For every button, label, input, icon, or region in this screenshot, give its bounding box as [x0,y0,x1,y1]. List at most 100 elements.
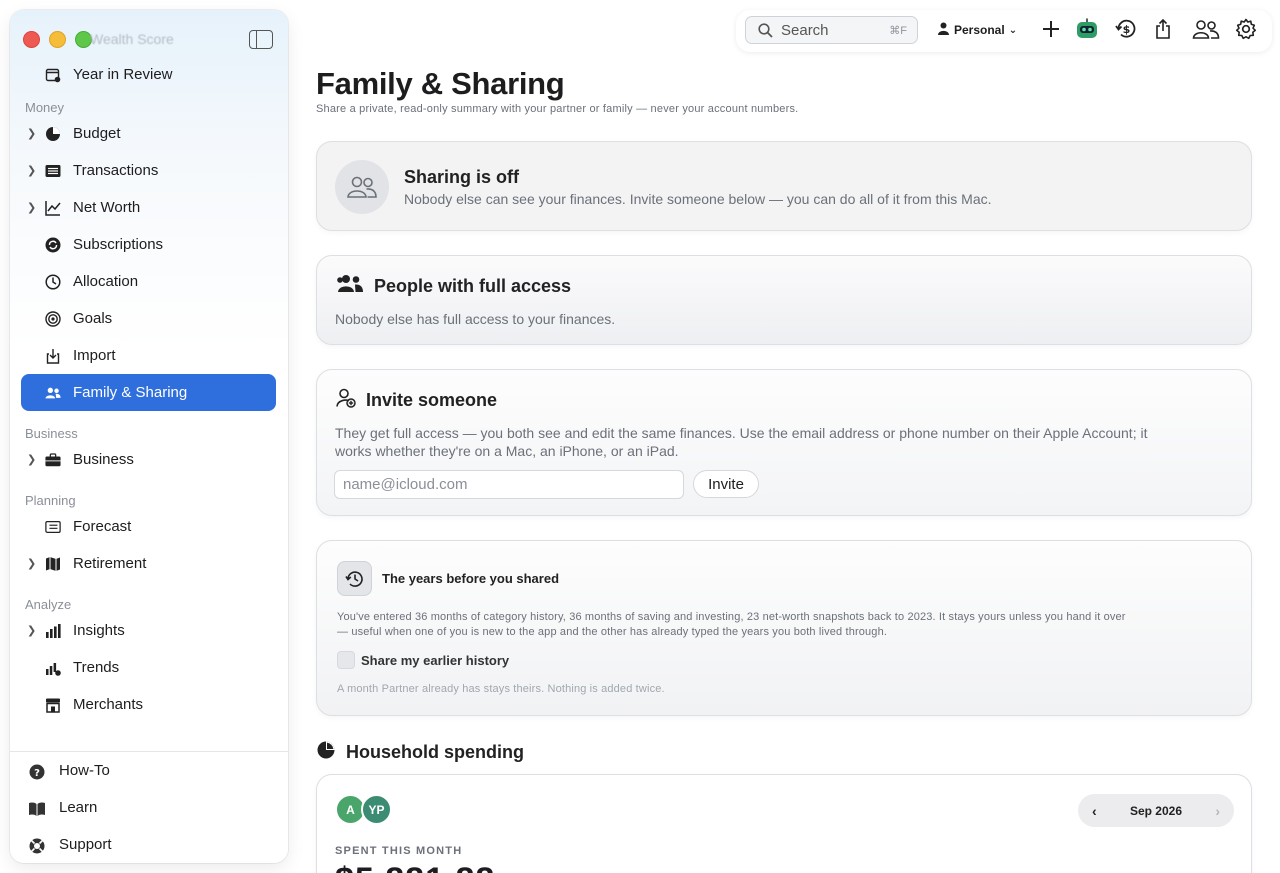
checkbox-box[interactable] [337,651,355,669]
share-history-checkbox[interactable]: Share my earlier history [337,651,509,669]
sidebar-item-net-worth[interactable]: ❯ Net Worth [21,189,276,226]
invite-text-line-2: works whether they're on a Mac, an iPhon… [335,443,679,459]
invite-button[interactable]: Invite [693,470,759,498]
chevron-right-icon[interactable]: ❯ [27,624,36,637]
footer-item-label: Support [59,836,112,853]
chevron-right-icon[interactable]: ❯ [27,127,36,140]
list-icon [45,163,61,179]
sharing-status-text: Nobody else can see your finances. Invit… [404,191,992,207]
page-subtitle: Share a private, read-only summary with … [316,103,799,115]
window-controls [23,31,92,48]
sidebar-item-subscriptions[interactable]: Subscriptions [21,226,276,263]
section-label-planning: Planning [25,493,76,508]
close-window-button[interactable] [23,31,40,48]
sidebar-item-import[interactable]: Import [21,337,276,374]
pie-chart-icon [316,740,336,765]
target-icon [45,311,61,327]
sidebar-item-allocation[interactable]: Allocation [21,263,276,300]
map-icon [45,556,61,572]
chevron-right-icon[interactable]: ❯ [27,557,36,570]
sidebar: Wealth Score Year in Review Money ❯ Budg… [10,10,288,863]
book-icon [28,800,46,818]
footer-item-label: How-To [59,762,110,779]
avatar[interactable]: YP [361,794,392,825]
sidebar-item-year-in-review[interactable]: Year in Review [21,56,276,93]
chevron-right-icon[interactable]: ❯ [27,453,36,466]
line-chart-icon [45,200,61,216]
sharing-status-title: Sharing is off [404,167,520,187]
sidebar-item-label: Subscriptions [73,236,164,253]
sidebar-nav: Year in Review Money ❯ Budget ❯ Transact… [21,56,276,723]
full-access-title: People with full access [374,276,572,296]
sidebar-item-budget[interactable]: ❯ Budget [21,115,276,152]
chevron-right-icon[interactable]: ❯ [27,201,36,214]
section-label-business: Business [25,426,78,441]
recurring-icon [45,237,61,253]
sidebar-footer: ? How-To Learn Support [10,751,288,863]
footer-item-learn[interactable]: Learn [10,789,288,826]
history-card: The years before you shared You've enter… [316,540,1252,716]
sidebar-item-label: Trends [73,659,120,676]
sidebar-item-merchants[interactable]: Merchants [21,686,276,723]
section-label-analyze: Analyze [25,597,72,612]
share-history-label: Share my earlier history [361,652,510,668]
bar-chart-icon [45,623,61,639]
sidebar-item-label: Insights [73,622,125,639]
chevron-left-icon[interactable]: ‹ [1092,803,1097,819]
svg-text:?: ? [34,768,40,779]
sidebar-item-label: Family & Sharing [73,384,188,401]
full-access-card: People with full access Nobody else has … [316,255,1252,345]
sidebar-item-label: Business [73,451,134,468]
sidebar-item-label: Goals [73,310,113,327]
sidebar-item-insights[interactable]: ❯ Insights [21,612,276,649]
history-clock-icon [337,561,372,596]
spent-label: SPENT THIS MONTH [335,845,463,857]
sidebar-toggle-icon[interactable] [249,30,273,49]
sidebar-item-forecast[interactable]: Forecast [21,508,276,545]
sidebar-item-label: Import [73,347,116,364]
history-text-line-1: You've entered 36 months of category his… [337,611,1126,623]
invite-card: Invite someone They get full access — yo… [316,369,1252,516]
sidebar-item-label: Budget [73,125,121,142]
people-icon [45,385,61,401]
sharing-status-card: Sharing is off Nobody else can see your … [316,141,1252,231]
sidebar-item-family-sharing[interactable]: Family & Sharing [21,374,276,411]
history-note: A month Partner already has stays theirs… [337,683,665,695]
footer-item-how-to[interactable]: ? How-To [10,752,288,789]
sidebar-item-label: Allocation [73,273,139,290]
full-access-header: People with full access [336,274,571,299]
app-window: Wealth Score Year in Review Money ❯ Budg… [0,0,1280,873]
people-group-icon [336,274,364,299]
import-icon [45,348,61,364]
footer-item-label: Learn [59,799,98,816]
question-icon: ? [28,763,46,781]
sidebar-item-goals[interactable]: Goals [21,300,276,337]
sidebar-item-business[interactable]: ❯ Business [21,441,276,478]
sidebar-item-transactions[interactable]: ❯ Transactions [21,152,276,189]
clock-pie-icon [45,274,61,290]
current-month: Sep 2026 [1129,803,1183,818]
storefront-icon [45,697,61,713]
history-title: The years before you shared [382,571,560,586]
invite-title: Invite someone [366,390,498,410]
sidebar-item-retirement[interactable]: ❯ Retirement [21,545,276,582]
invite-text-line-1: They get full access — you both see and … [335,425,1148,441]
chevron-right-icon[interactable]: › [1215,803,1220,819]
sidebar-item-label: Year in Review [73,66,173,83]
footer-item-support[interactable]: Support [10,826,288,863]
minimize-window-button[interactable] [49,31,66,48]
briefcase-icon [45,452,61,468]
household-header: Household spending [316,740,524,765]
month-navigator: ‹ Sep 2026 › [1078,794,1234,827]
sidebar-item-trends[interactable]: Trends [21,649,276,686]
bar-chart-badge-icon [45,660,61,676]
forecast-icon [45,519,61,535]
invite-email-input[interactable]: name@icloud.com [334,470,684,499]
invite-description: They get full access — you both see and … [335,424,1147,460]
chevron-right-icon[interactable]: ❯ [27,164,36,177]
main-content: Family & Sharing Share a private, read-o… [316,0,1252,873]
window-title: Wealth Score [90,31,174,47]
people-placeholder-icon [335,160,389,214]
pie-chart-icon [45,126,61,142]
sidebar-item-label: Net Worth [73,199,141,216]
